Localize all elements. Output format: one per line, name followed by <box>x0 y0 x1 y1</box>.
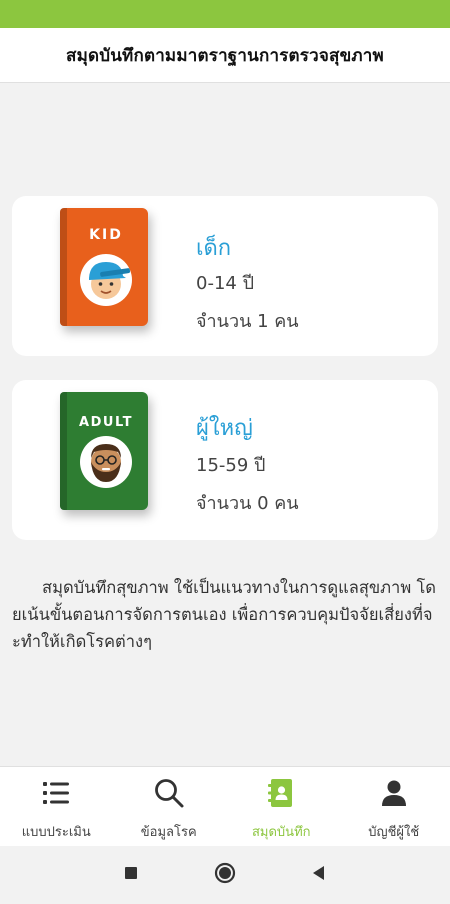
nav-account-label: บัญชีผู้ใช้ <box>338 821 450 842</box>
nav-notebook[interactable]: สมุดบันทึก <box>225 767 338 847</box>
back-icon <box>289 846 349 900</box>
adult-badge: ADULT <box>79 415 133 430</box>
nav-assessment[interactable]: แบบประเมิน <box>0 767 113 847</box>
adult-book-icon: ADULT <box>60 392 148 510</box>
recents-icon <box>101 846 161 900</box>
person-icon <box>378 777 410 809</box>
nav-disease-info-label: ข้อมูลโรค <box>113 821 226 842</box>
nav-disease-info[interactable]: ข้อมูลโรค <box>113 767 226 847</box>
page-title: สมุดบันทึกตามมาตราฐานการตรวจสุขภาพ <box>66 42 384 69</box>
kid-title: เด็ก <box>196 230 231 265</box>
adult-age-range: 15-59 ปี <box>196 450 265 479</box>
kid-age-range: 0-14 ปี <box>196 268 254 297</box>
home-button[interactable] <box>195 846 255 900</box>
kid-badge: KID <box>89 227 123 243</box>
bottom-nav: แบบประเมิน ข้อมูลโรค สมุดบันทึก บัญชีผู้… <box>0 766 450 847</box>
recents-button[interactable] <box>101 846 161 900</box>
kid-count: จำนวน 1 คน <box>196 306 299 335</box>
nav-assessment-label: แบบประเมิน <box>0 821 113 842</box>
address-book-icon <box>265 777 297 809</box>
kid-book-icon: KID <box>60 208 148 326</box>
app-header: สมุดบันทึกตามมาตราฐานการตรวจสุขภาพ <box>0 28 450 83</box>
adult-notebook-card[interactable]: ADULT ผู้ใหญ่ 15-59 ปี จำนวน 0 คน <box>12 380 438 540</box>
nav-notebook-label: สมุดบันทึก <box>225 821 338 842</box>
kid-notebook-card[interactable]: KID เด็ก 0-14 ปี จำนวน 1 คน <box>12 196 438 356</box>
adult-title: ผู้ใหญ่ <box>196 410 253 445</box>
nav-account[interactable]: บัญชีผู้ใช้ <box>338 767 450 847</box>
description-text: สมุดบันทึกสุขภาพ ใช้เป็นแนวทางในการดูแลส… <box>12 574 440 655</box>
home-icon <box>195 846 255 900</box>
status-bar <box>0 0 450 28</box>
adult-count: จำนวน 0 คน <box>196 488 299 517</box>
back-button[interactable] <box>289 846 349 900</box>
android-system-nav <box>0 846 450 900</box>
list-icon <box>40 777 72 809</box>
search-icon <box>153 777 185 809</box>
